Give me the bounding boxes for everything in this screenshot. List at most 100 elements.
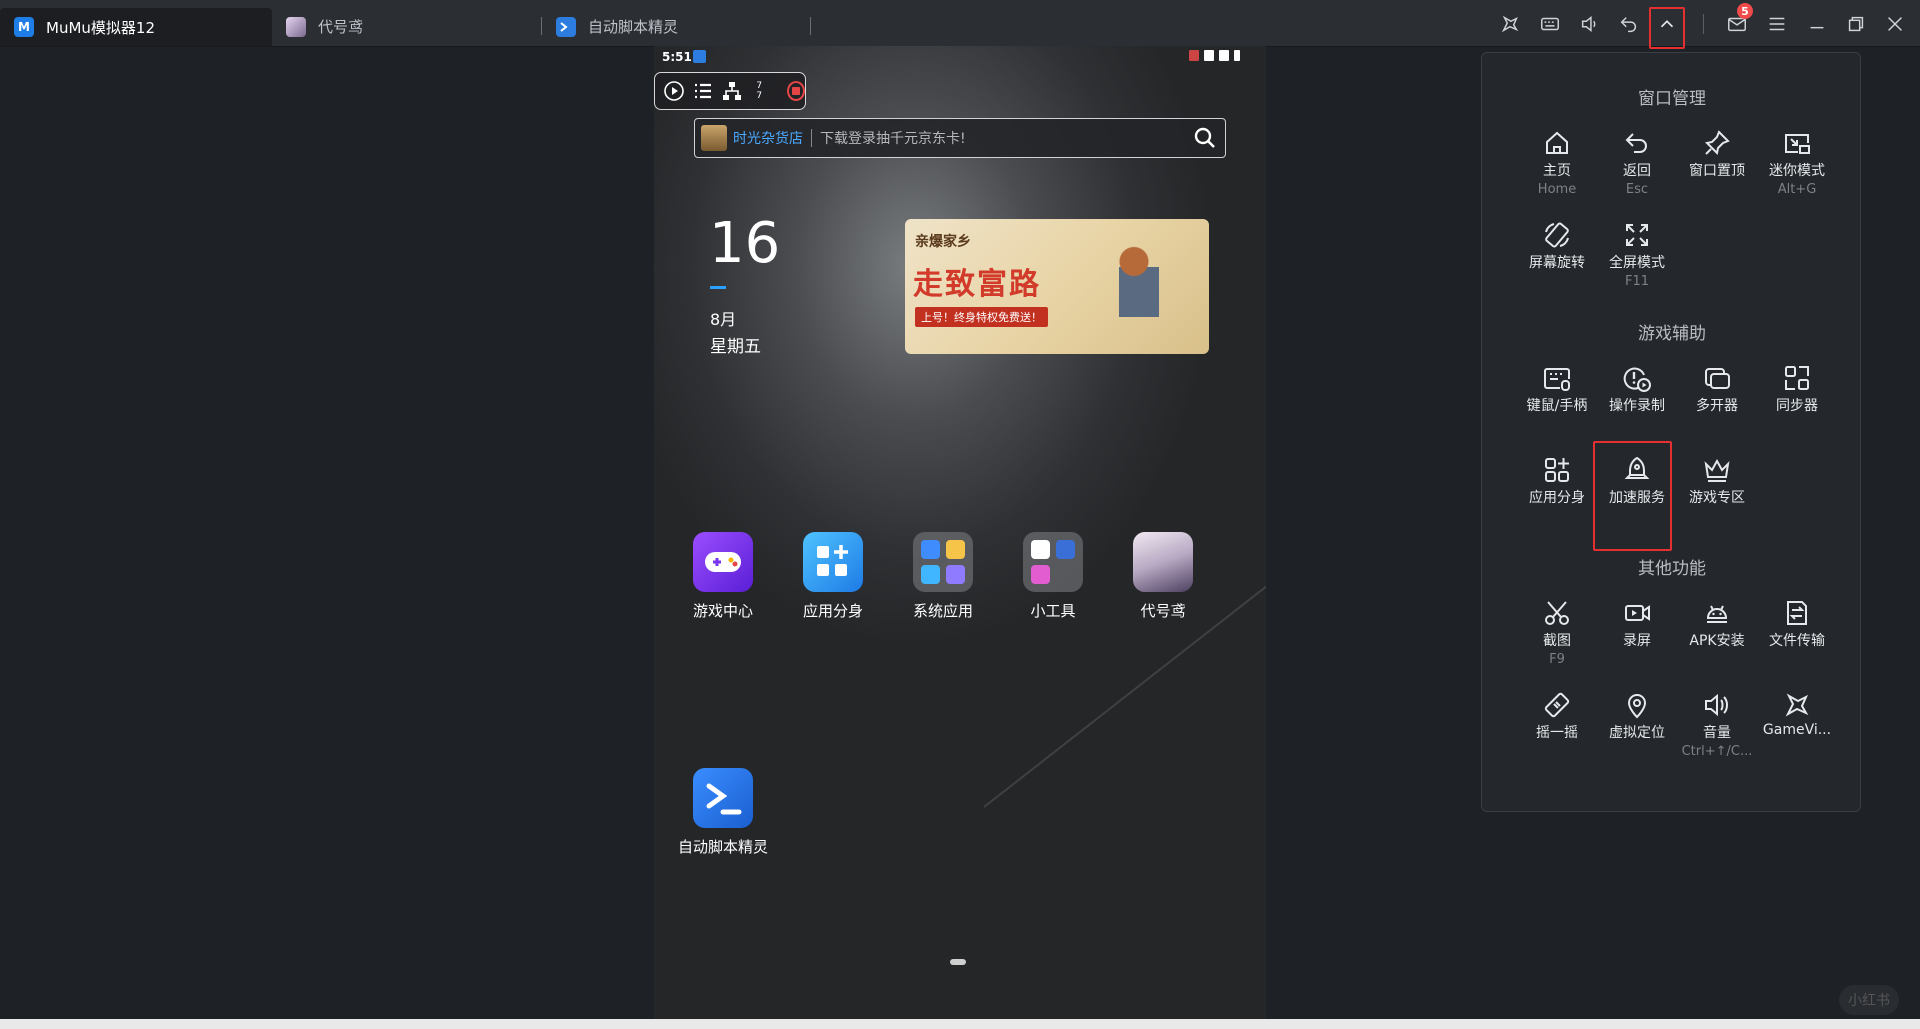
mini-mode-item[interactable]: 迷你模式 Alt+G — [1757, 128, 1837, 197]
app-script-wizard[interactable]: 自动脚本精灵 — [668, 768, 778, 857]
app-clone[interactable]: 应用分身 — [778, 532, 888, 621]
wifi-icon — [1204, 50, 1214, 61]
run-counter: 7 7 — [750, 81, 769, 101]
home-indicator[interactable] — [950, 959, 966, 965]
macro-control-bar: 7 7 — [654, 72, 806, 110]
app-clone-item[interactable]: 应用分身 — [1517, 455, 1597, 507]
item-label: 多开器 — [1696, 398, 1738, 414]
crown-icon — [1704, 458, 1730, 482]
clock-day: 16 — [709, 211, 781, 276]
location-icon — [1627, 694, 1647, 719]
file-transfer-item[interactable]: 文件传输 — [1757, 598, 1837, 650]
stop-button[interactable] — [786, 81, 805, 101]
volume-icon — [1705, 693, 1728, 717]
item-label: 键鼠/手柄 — [1526, 398, 1588, 414]
banner-subtitle: 亲爆家乡 — [915, 234, 971, 250]
app-game-center[interactable]: 游戏中心 — [668, 532, 778, 621]
app-tools-folder[interactable]: 小工具 — [998, 532, 1108, 621]
item-shortcut: F9 — [1549, 652, 1565, 667]
app-label: 小工具 — [1030, 602, 1076, 620]
item-label: 游戏专区 — [1689, 490, 1745, 506]
mini-mode-icon — [1785, 134, 1810, 154]
mail-badge: 5 — [1737, 3, 1753, 19]
list-button[interactable] — [692, 78, 715, 104]
item-shortcut: Ctrl+↑/C... — [1681, 744, 1753, 759]
gamevi-button[interactable] — [1495, 9, 1525, 39]
structure-button[interactable] — [721, 78, 744, 104]
gamevi-item[interactable]: GameVi... — [1757, 690, 1837, 738]
tab-game[interactable]: 代号鸢 — [272, 9, 542, 44]
item-label: 音量 — [1703, 725, 1731, 741]
app-game-yuan[interactable]: 代号鸢 — [1108, 532, 1218, 621]
section-title-window: 窗口管理 — [1638, 89, 1706, 109]
macro-record-item[interactable]: 操作录制 — [1597, 363, 1677, 415]
rotate-item[interactable]: 屏幕旋转 — [1517, 220, 1597, 272]
ad-banner[interactable]: 亲爆家乡 走致富路 上号！终身特权免费送！ — [905, 219, 1209, 354]
home-item[interactable]: 主页 Home — [1517, 128, 1597, 197]
search-placeholder: 下载登录抽千元京东卡! — [820, 131, 966, 147]
item-label: 虚拟定位 — [1609, 725, 1665, 741]
list-icon — [695, 83, 712, 99]
banner-footer: 上号！终身特权免费送！ — [915, 307, 1048, 327]
item-label: 应用分身 — [1529, 490, 1585, 506]
screen-record-item[interactable]: 录屏 — [1597, 598, 1677, 650]
keymap-item[interactable]: 键鼠/手柄 — [1517, 363, 1597, 415]
tools-folder-icon — [1023, 532, 1083, 592]
search-bar[interactable]: 时光杂货店 下载登录抽千元京东卡! — [694, 118, 1226, 158]
minimize-button[interactable] — [1802, 9, 1832, 39]
banner-illustration — [1079, 227, 1189, 342]
volume-button[interactable] — [1575, 9, 1605, 39]
menu-icon — [1769, 17, 1785, 31]
clock-weekday: 星期五 — [710, 337, 761, 357]
shake-icon — [1544, 692, 1570, 718]
signal-icon — [1219, 50, 1229, 61]
game-avatar-icon — [1133, 532, 1193, 592]
item-label: 截图 — [1543, 633, 1571, 649]
script-terminal-icon — [693, 768, 753, 828]
apk-install-item[interactable]: APK安装 — [1677, 598, 1757, 650]
item-label: APK安装 — [1689, 633, 1745, 649]
hierarchy-icon — [723, 82, 742, 100]
tab-divider — [810, 17, 811, 35]
item-label: 录屏 — [1623, 633, 1651, 649]
menu-button[interactable] — [1762, 9, 1792, 39]
record-macro-icon — [1623, 367, 1651, 392]
fullscreen-item[interactable]: 全屏模式 F11 — [1597, 220, 1677, 289]
restore-button[interactable] — [1841, 9, 1871, 39]
item-shortcut: Home — [1537, 182, 1577, 197]
back-button[interactable] — [1614, 9, 1644, 39]
keyboard-button[interactable] — [1535, 9, 1565, 39]
app-clone-icon — [1545, 458, 1569, 482]
virtual-location-item[interactable]: 虚拟定位 — [1597, 690, 1677, 742]
app-system-folder[interactable]: 系统应用 — [888, 532, 998, 621]
app-clone-icon — [803, 532, 863, 592]
shake-item[interactable]: 摇一摇 — [1517, 690, 1597, 742]
system-apps-folder-icon — [913, 532, 973, 592]
multi-instance-item[interactable]: 多开器 — [1677, 363, 1757, 415]
volume-icon — [1581, 16, 1596, 32]
stop-icon — [791, 87, 800, 95]
screenshot-item[interactable]: 截图 F9 — [1517, 598, 1597, 667]
close-button[interactable] — [1880, 9, 1910, 39]
tab-script[interactable]: 自动脚本精灵 — [542, 9, 810, 44]
tab-mumu[interactable]: M MuMu模拟器12 — [0, 8, 272, 46]
item-shortcut: Esc — [1625, 182, 1649, 197]
item-label: 迷你模式 — [1769, 163, 1825, 179]
play-icon — [664, 81, 685, 101]
file-transfer-icon — [1787, 601, 1807, 625]
volume-item[interactable]: 音量 Ctrl+↑/C... — [1677, 690, 1757, 759]
search-icon[interactable] — [1193, 126, 1217, 150]
minimize-icon — [1810, 26, 1824, 29]
sync-item[interactable]: 同步器 — [1757, 363, 1837, 415]
video-record-icon — [1625, 605, 1650, 621]
watermark: 小红书 — [1839, 985, 1899, 1015]
game-zone-item[interactable]: 游戏专区 — [1677, 455, 1757, 507]
counter-bottom: 7 — [756, 91, 763, 101]
store-name[interactable]: 时光杂货店 — [733, 128, 803, 148]
item-label: 返回 — [1623, 163, 1651, 179]
section-title-game: 游戏辅助 — [1638, 324, 1706, 344]
play-button[interactable] — [663, 78, 686, 104]
android-screen[interactable]: 5:51 7 7 时光杂货店 下载登录抽千元京东卡! 16 8月 星期五 亲爆家… — [654, 46, 1266, 1019]
pin-item[interactable]: 窗口置顶 — [1677, 128, 1757, 180]
back-item[interactable]: 返回 Esc — [1597, 128, 1677, 197]
